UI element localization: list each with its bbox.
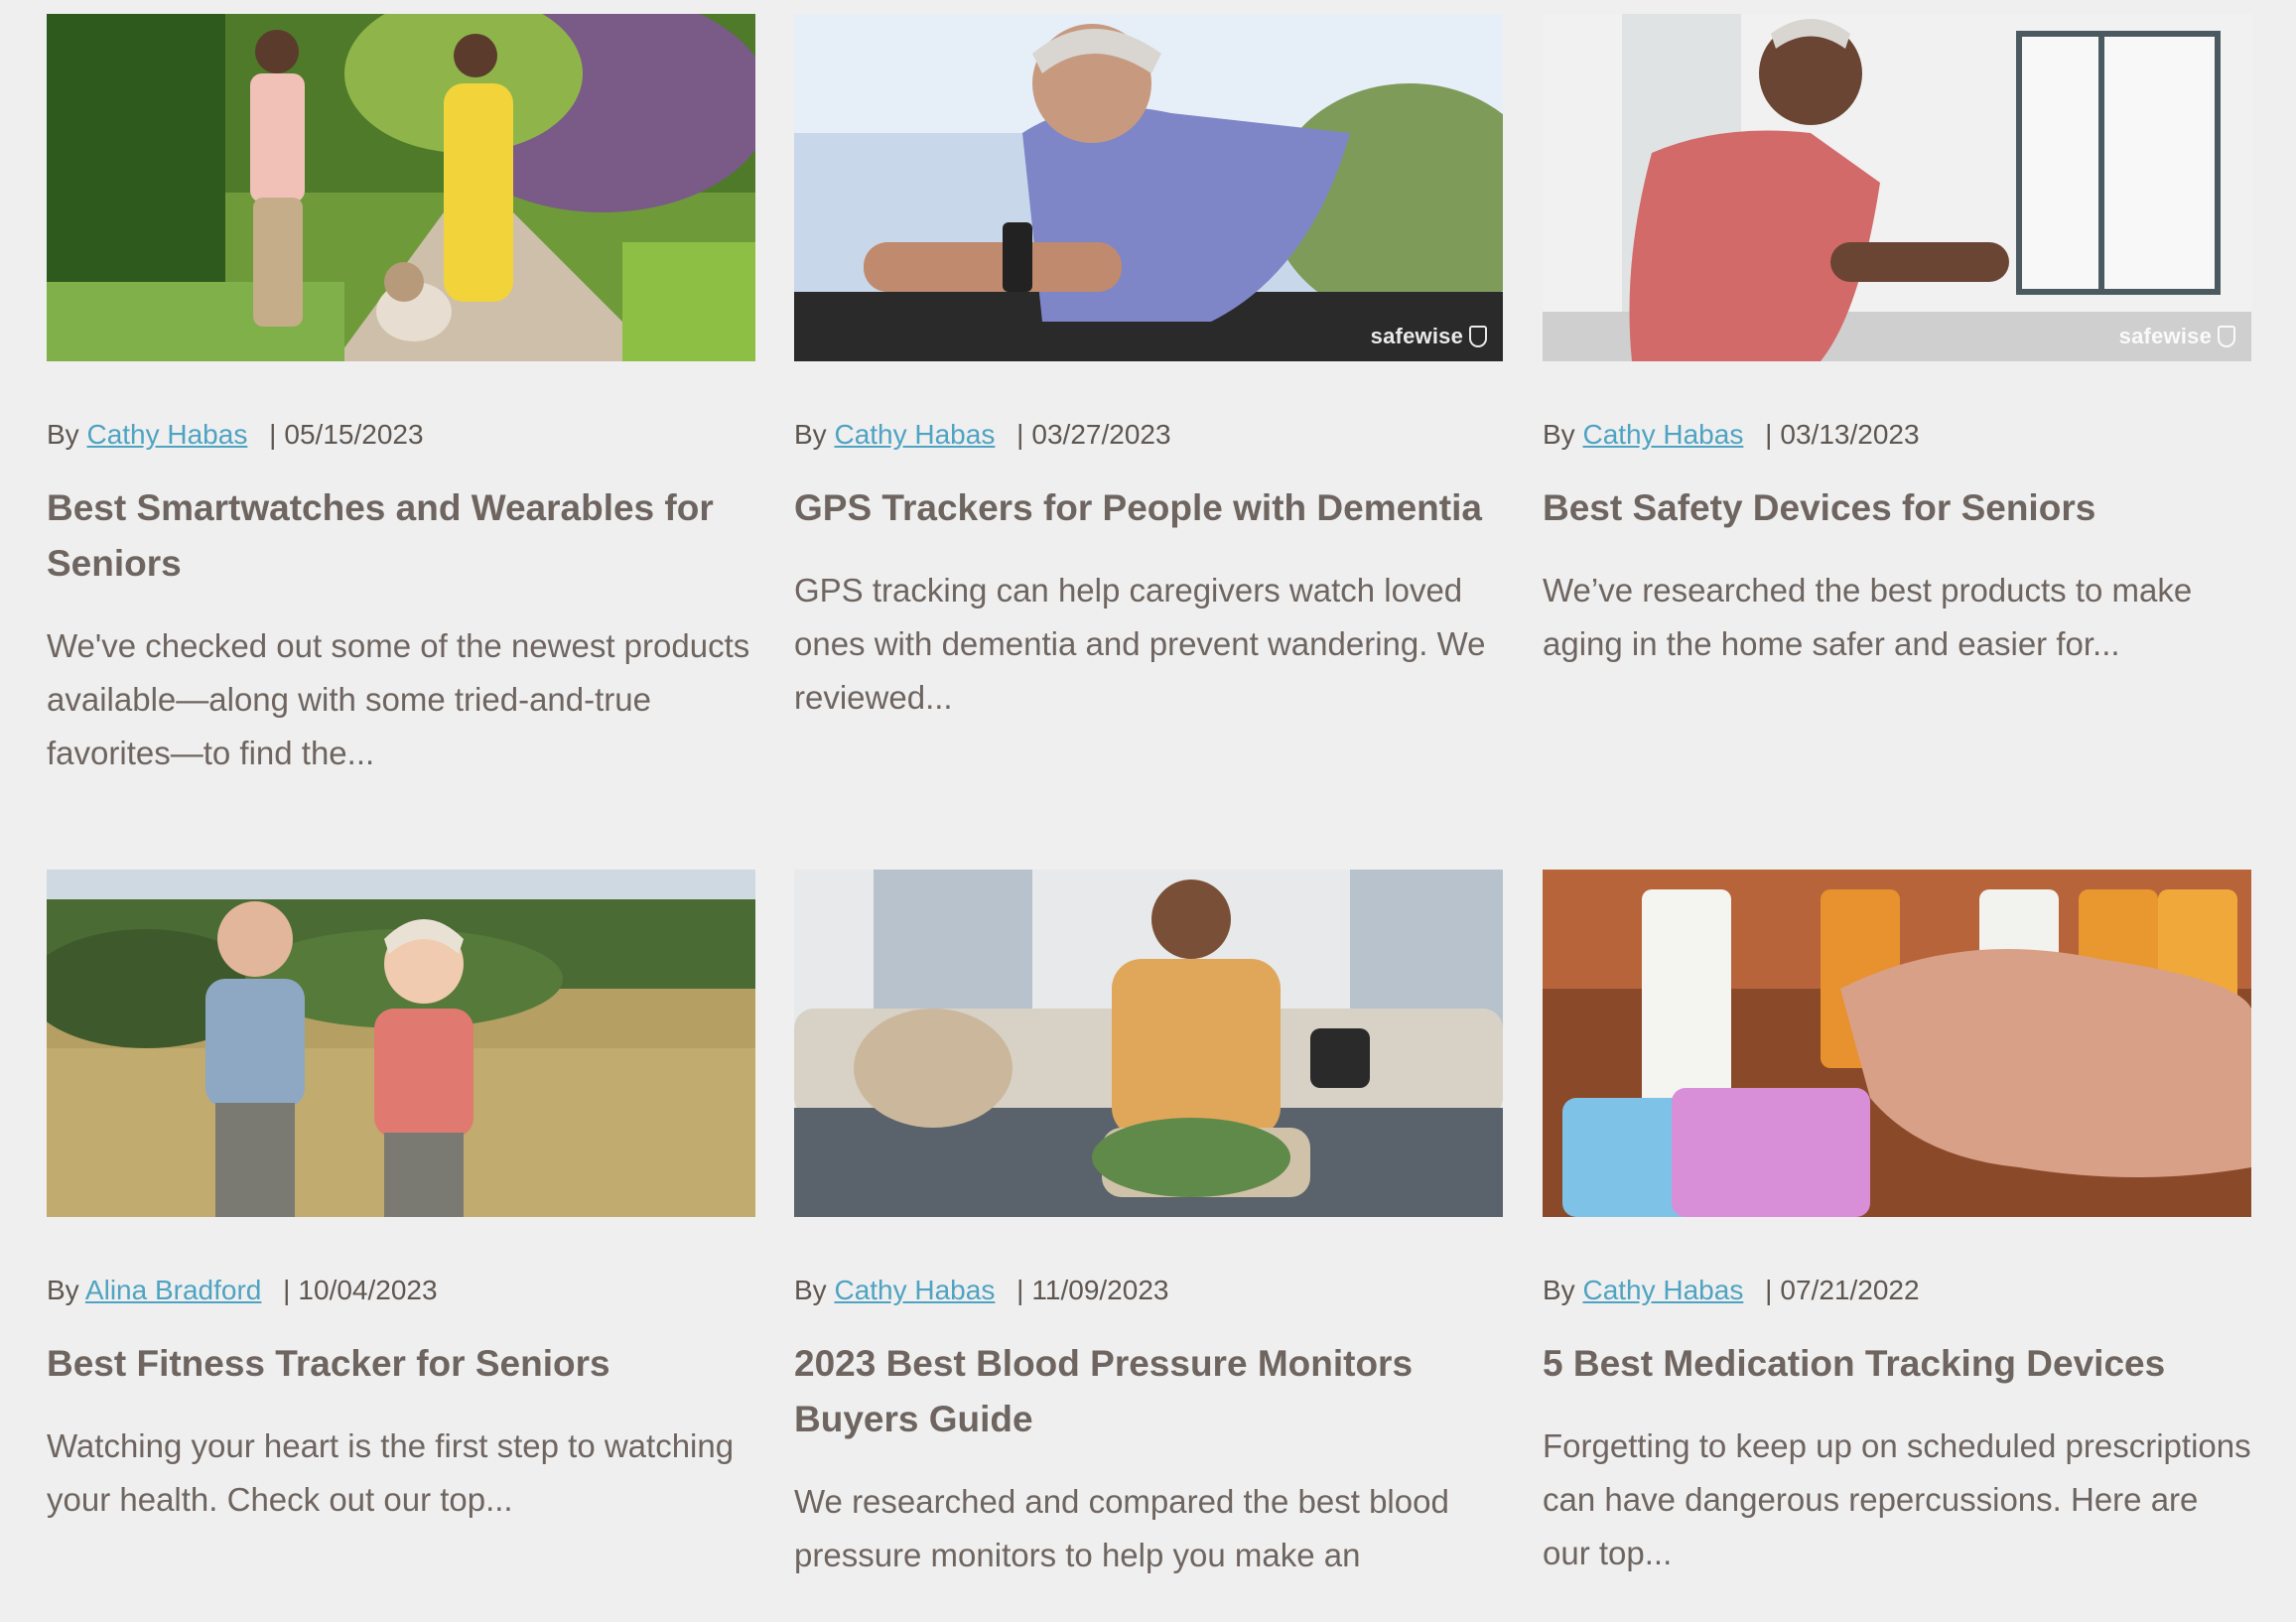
article-image-link[interactable]: [794, 870, 1503, 1217]
article-excerpt: We've checked out some of the newest pro…: [47, 627, 750, 771]
author-link[interactable]: Cathy Habas: [1582, 1275, 1743, 1305]
article-title[interactable]: 2023 Best Blood Pressure Monitors Buyers…: [794, 1336, 1503, 1447]
article-image-couple-walking-dog: [47, 14, 755, 361]
article-meta: By Cathy Habas | 11/09/2023: [794, 1273, 1503, 1308]
article-meta: By Cathy Habas | 05/15/2023: [47, 417, 755, 453]
article-grid: By Cathy Habas | 05/15/2023 Best Smartwat…: [0, 0, 2296, 1622]
meta-separator: |: [269, 419, 277, 450]
article-image-woman-checking-watch: [1543, 14, 2251, 361]
article-meta: By Cathy Habas | 07/21/2022: [1543, 1273, 2251, 1308]
article-excerpt: GPS tracking can help caregivers watch l…: [794, 572, 1486, 716]
article-image-woman-smartwatch: [794, 14, 1503, 361]
article-title[interactable]: 5 Best Medication Tracking Devices: [1543, 1336, 2251, 1392]
article-image-couple-hiking: [47, 870, 755, 1217]
safewise-watermark: safewise: [1371, 324, 1487, 349]
article-meta: By Cathy Habas | 03/27/2023: [794, 417, 1503, 453]
article-title[interactable]: Best Fitness Tracker for Seniors: [47, 1336, 755, 1392]
meta-separator: |: [1765, 419, 1773, 450]
article-card: By Alina Bradford | 10/04/2023 Best Fitne…: [47, 870, 755, 1527]
article-date: 03/13/2023: [1780, 419, 1920, 450]
article-title[interactable]: GPS Trackers for People with Dementia: [794, 480, 1503, 536]
author-prefix: By: [1543, 419, 1575, 450]
author-prefix: By: [1543, 1275, 1575, 1305]
author-link[interactable]: Alina Bradford: [85, 1275, 261, 1305]
article-excerpt: Watching your heart is the first step to…: [47, 1427, 735, 1518]
article-date: 03/27/2023: [1031, 419, 1171, 450]
author-prefix: By: [47, 419, 79, 450]
author-link[interactable]: Cathy Habas: [1582, 419, 1743, 450]
article-image-link[interactable]: [47, 14, 755, 361]
author-link[interactable]: Cathy Habas: [834, 1275, 995, 1305]
author-prefix: By: [794, 1275, 827, 1305]
article-meta: By Alina Bradford | 10/04/2023: [47, 1273, 755, 1308]
author-link[interactable]: Cathy Habas: [834, 419, 995, 450]
article-image-man-blood-pressure: [794, 870, 1503, 1217]
meta-separator: |: [1016, 419, 1024, 450]
article-title[interactable]: Best Safety Devices for Seniors: [1543, 480, 2251, 536]
article-excerpt: We’ve researched the best products to ma…: [1543, 572, 2193, 662]
article-date: 10/04/2023: [298, 1275, 438, 1305]
article-meta: By Cathy Habas | 03/13/2023: [1543, 417, 2251, 453]
safewise-watermark: safewise: [2119, 324, 2235, 349]
meta-separator: |: [1765, 1275, 1773, 1305]
author-prefix: By: [794, 419, 827, 450]
author-link[interactable]: Cathy Habas: [86, 419, 247, 450]
article-card: By Cathy Habas | 11/09/2023 2023 Best Blo…: [794, 870, 1503, 1582]
shield-icon: [2218, 326, 2235, 347]
article-card: safewise By Cathy Habas | 03/13/2023 Best…: [1543, 14, 2251, 671]
article-excerpt: Forgetting to keep up on scheduled presc…: [1543, 1427, 2251, 1571]
article-date: 05/15/2023: [284, 419, 424, 450]
article-date: 11/09/2023: [1031, 1275, 1169, 1305]
author-prefix: By: [47, 1275, 79, 1305]
article-image-pill-organizer: [1543, 870, 2251, 1217]
article-excerpt: We researched and compared the best bloo…: [794, 1483, 1449, 1573]
article-image-link[interactable]: [47, 870, 755, 1217]
article-image-link[interactable]: safewise: [794, 14, 1503, 361]
article-card: safewise By Cathy Habas | 03/27/2023 GPS …: [794, 14, 1503, 725]
article-image-link[interactable]: safewise: [1543, 14, 2251, 361]
meta-separator: |: [1016, 1275, 1024, 1305]
article-card: By Cathy Habas | 07/21/2022 5 Best Medica…: [1543, 870, 2251, 1580]
article-image-link[interactable]: [1543, 870, 2251, 1217]
meta-separator: |: [283, 1275, 291, 1305]
article-title[interactable]: Best Smartwatches and Wearables for Seni…: [47, 480, 755, 592]
article-card: By Cathy Habas | 05/15/2023 Best Smartwat…: [47, 14, 755, 780]
article-date: 07/21/2022: [1780, 1275, 1920, 1305]
shield-icon: [1469, 326, 1487, 347]
